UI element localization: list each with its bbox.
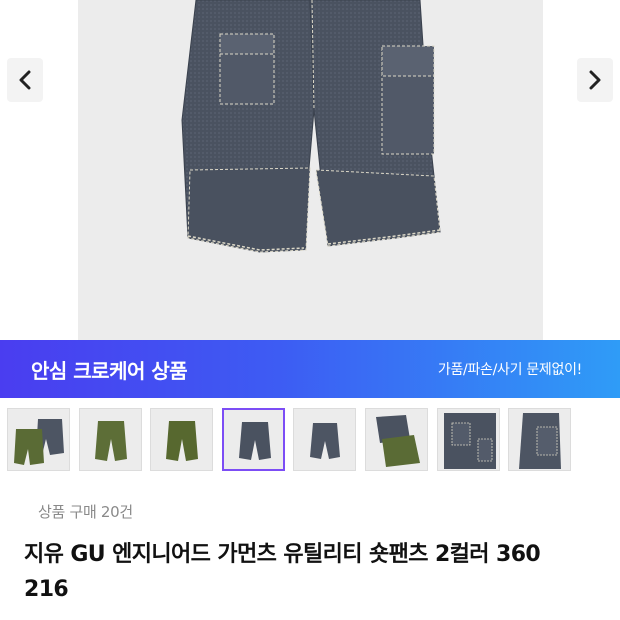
banner-subtitle: 가품/파손/사기 문제없이! (437, 362, 582, 378)
denim-shorts-illustration (181, 0, 441, 253)
thumbnail-image (238, 422, 271, 460)
thumbnail-5[interactable] (293, 408, 357, 471)
thumbnail-image (310, 423, 341, 459)
purchase-count: 상품 구매 20건 (38, 503, 133, 521)
main-product-image[interactable] (78, 0, 543, 340)
thumbnail-image (375, 415, 420, 467)
banner-title: 안심 크로케어 상품 (31, 358, 188, 383)
prev-image-button[interactable] (7, 58, 43, 102)
thumbnail-3[interactable] (150, 408, 214, 471)
safe-care-banner[interactable]: 안심 크로케어 상품 가품/파손/사기 문제없이! (0, 340, 620, 398)
product-gallery (0, 0, 620, 340)
thumbnail-1[interactable] (7, 408, 70, 471)
thumbnail-7[interactable] (436, 408, 500, 471)
thumbnail-6[interactable] (364, 408, 428, 471)
product-title: 지유 GU 엔지니어드 가먼츠 유틸리티 숏팬츠 2컬러 360 216 (24, 537, 594, 607)
thumbnail-image (443, 413, 496, 469)
thumbnail-8[interactable] (508, 408, 572, 471)
chevron-right-icon (589, 70, 601, 90)
chevron-left-icon (19, 70, 31, 90)
thumbnail-image (94, 421, 127, 461)
product-title-line-2: 216 (24, 577, 69, 602)
thumbnail-image (14, 419, 64, 465)
next-image-button[interactable] (577, 58, 613, 102)
thumbnail-image (166, 421, 199, 461)
thumbnail-strip (7, 408, 580, 471)
thumbnail-4-selected[interactable] (221, 408, 285, 471)
thumbnail-image (519, 413, 562, 469)
product-title-line-1: 지유 GU 엔지니어드 가먼츠 유틸리티 숏팬츠 2컬러 360 (24, 542, 541, 567)
thumbnail-2[interactable] (78, 408, 142, 471)
